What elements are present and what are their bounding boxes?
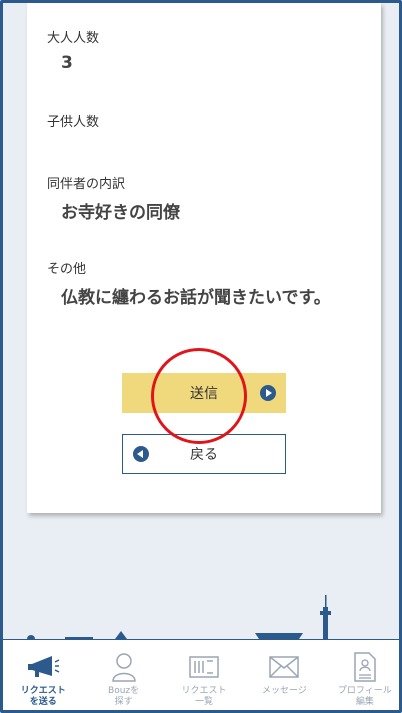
tab-label: リクエスト を送る — [20, 686, 66, 707]
other-value: 仏教に纏わるお話が聞きたいです。 — [61, 288, 331, 308]
companion-value: お寺好きの同僚 — [61, 203, 180, 223]
megaphone-icon — [26, 652, 60, 682]
app-frame: 大人人数 3 子供人数 同伴者の内訳 お寺好きの同僚 その他 仏教に纏わるお話が… — [0, 0, 402, 713]
city-skyline-illustration — [3, 595, 399, 643]
list-icon — [187, 652, 221, 682]
envelope-icon — [267, 652, 301, 682]
tab-send-request[interactable]: リクエスト を送る — [3, 640, 83, 710]
adults-value: 3 — [61, 53, 73, 73]
tab-label: プロフィール 編集 — [337, 686, 392, 707]
tab-find-bouz[interactable]: Bouzを 探す — [83, 640, 163, 710]
tab-label: メッセージ — [262, 686, 307, 696]
tab-edit-profile[interactable]: プロフィール 編集 — [325, 640, 399, 710]
tab-label: リクエスト 一覧 — [181, 686, 227, 707]
back-button-label: 戻る — [190, 447, 218, 463]
companion-label: 同伴者の内訳 — [47, 177, 126, 192]
play-left-icon — [133, 446, 149, 462]
tab-request-list[interactable]: リクエスト 一覧 — [164, 640, 244, 710]
monk-icon — [107, 652, 141, 682]
play-right-icon — [260, 385, 276, 401]
tab-messages[interactable]: メッセージ — [244, 640, 324, 710]
highlight-circle — [151, 348, 247, 444]
adults-label: 大人人数 — [47, 31, 100, 46]
tab-label: Bouzを 探す — [108, 686, 140, 707]
children-label: 子供人数 — [47, 115, 100, 130]
bottom-tab-bar: リクエスト を送る Bouzを 探す リクエスト 一覧 メッセージ プロフィール… — [3, 640, 399, 710]
other-label: その他 — [47, 262, 87, 277]
document-icon — [348, 652, 382, 682]
